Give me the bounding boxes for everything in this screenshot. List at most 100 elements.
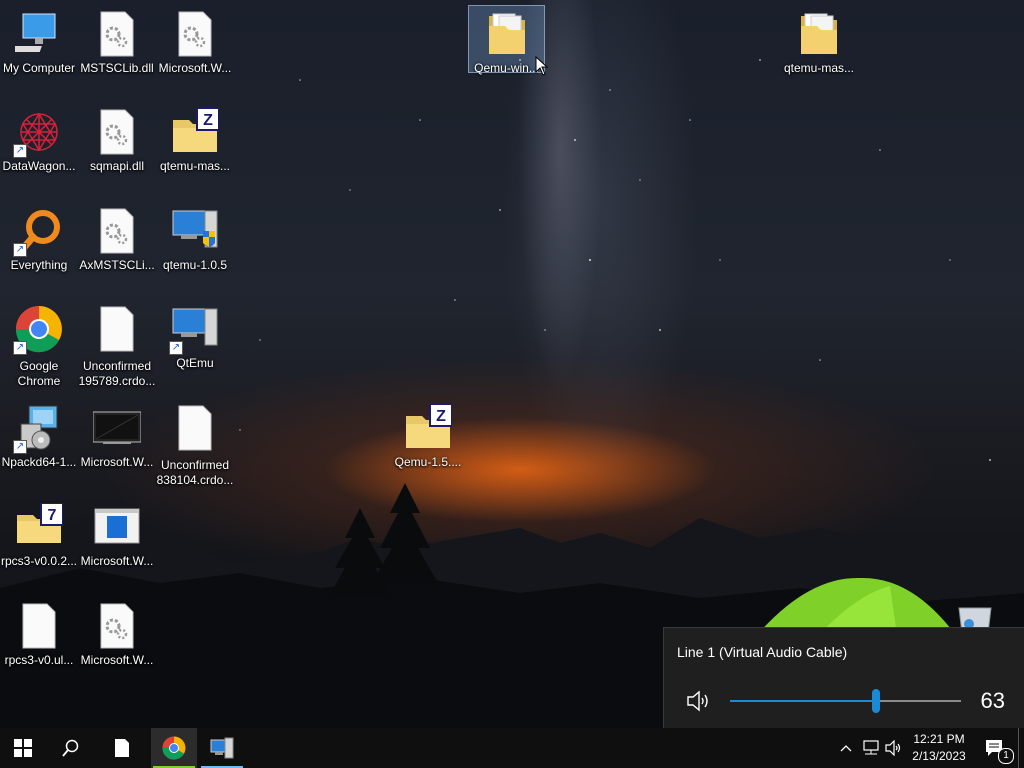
dll-file-icon [171, 10, 219, 58]
desktop-icon-qtemu-master-zip[interactable]: Z qtemu-mas... [156, 107, 234, 174]
desktop-icon-qemu-15-zip[interactable]: Z Qemu-1.5.... [389, 403, 467, 470]
folder-icon [795, 10, 843, 58]
desktop-icon-axmstsclib[interactable]: AxMSTSCLi... [78, 207, 156, 273]
taskbar-clock[interactable]: 12:21 PM 2/13/2023 [904, 731, 974, 765]
icon-label-line1: Google [19, 359, 59, 373]
everything-search-icon: ↗ [13, 207, 63, 257]
desktop-icon-qtemu[interactable]: ↗ QtEmu [156, 305, 234, 371]
installer-icon: ↗ [13, 404, 63, 454]
desktop-icon-rpcs3-file[interactable]: rpcs3-v0.ul... [0, 602, 78, 668]
zip-archive-icon: Z [404, 403, 453, 452]
shortcut-arrow-icon: ↗ [169, 341, 183, 355]
svg-text:7: 7 [48, 507, 57, 524]
clock-time: 12:21 PM [913, 732, 965, 746]
show-desktop-button[interactable] [1018, 728, 1024, 768]
icon-label: qtemu-mas... [159, 159, 231, 173]
desktop-icon-rpcs3-archive[interactable]: 7 rpcs3-v0.0.2... [0, 502, 78, 569]
volume-flyout: Line 1 (Virtual Audio Cable) 63 [663, 627, 1024, 729]
icon-label-line1: Unconfirmed [82, 359, 152, 373]
dll-file-icon [93, 10, 141, 58]
desktop-icon-npackd[interactable]: ↗ Npackd64-1... [0, 404, 78, 470]
icon-label: Microsoft.W... [158, 61, 232, 75]
qtemu-icon: ↗ [169, 305, 219, 355]
dll-file-icon [93, 207, 141, 255]
desktop-icon-qtemu-master-folder[interactable]: qtemu-mas... [780, 10, 858, 76]
search-button[interactable] [48, 728, 94, 768]
icon-label-line2: 838104.crdo... [156, 473, 234, 487]
speaker-icon[interactable] [686, 690, 712, 717]
taskbar-chrome-button[interactable] [151, 728, 197, 768]
speaker-icon [885, 740, 901, 756]
volume-tray-button[interactable] [884, 728, 904, 768]
zip-archive-icon: Z [171, 107, 220, 156]
show-hidden-icons-button[interactable] [836, 728, 856, 768]
taskbar-file-button[interactable] [99, 728, 145, 768]
folder-icon [483, 10, 531, 58]
recycle-bin-icon[interactable] [955, 604, 995, 628]
shortcut-arrow-icon: ↗ [13, 440, 27, 454]
icon-label: AxMSTSCLi... [79, 258, 155, 272]
desktop-icon-qtemu-105[interactable]: qtemu-1.0.5 [156, 207, 234, 273]
icon-label: sqmapi.dll [89, 159, 145, 173]
monitor-icon [92, 404, 142, 452]
desktop-icon-sqmapi[interactable]: sqmapi.dll [78, 108, 156, 174]
shortcut-arrow-icon: ↗ [13, 144, 27, 158]
desktop-icon-my-computer[interactable]: My Computer [0, 10, 78, 76]
taskbar-remote-desktop-button[interactable] [199, 728, 245, 768]
network-icon [863, 740, 879, 755]
shortcut-arrow-icon: ↗ [13, 341, 27, 355]
icon-label-line1: Unconfirmed [160, 458, 230, 472]
icon-label: Microsoft.W... [80, 554, 154, 568]
chrome-icon: ↗ [13, 305, 63, 355]
desktop-icon-unconfirmed-195789[interactable]: Unconfirmed 195789.crdo... [78, 305, 156, 389]
action-center-button[interactable]: 1 [978, 728, 1014, 768]
svg-text:Z: Z [436, 408, 446, 425]
icon-label: Microsoft.W... [80, 653, 154, 667]
desktop-icon-unconfirmed-838104[interactable]: Unconfirmed 838104.crdo... [156, 404, 234, 488]
volume-level-value: 63 [980, 688, 1005, 713]
icon-label: Qemu-win... [474, 61, 539, 75]
chrome-icon [162, 736, 186, 760]
blank-file-icon [15, 602, 63, 650]
icon-label-line2: 195789.crdo... [78, 374, 156, 388]
icon-label: Npackd64-1... [1, 455, 77, 469]
desktop-icon-microsoft-w-dll-top[interactable]: Microsoft.W... [156, 10, 234, 76]
dll-file-icon [93, 108, 141, 156]
desktop-icon-google-chrome[interactable]: ↗ Google Chrome [0, 305, 78, 389]
search-icon [62, 739, 79, 757]
qtemu-installer-icon [171, 207, 219, 255]
desktop-icon-mstsclib[interactable]: MSTSCLib.dll [78, 10, 156, 76]
icon-label: Microsoft.W... [80, 455, 154, 469]
icon-label: qtemu-mas... [783, 61, 855, 75]
application-window-icon [93, 503, 141, 551]
taskbar: 12:21 PM 2/13/2023 1 [0, 728, 1024, 768]
desktop-icon-microsoft-w-dll[interactable]: Microsoft.W... [78, 602, 156, 668]
icon-label: rpcs3-v0.0.2... [0, 554, 78, 568]
remote-desktop-icon [210, 737, 234, 759]
icon-label: qtemu-1.0.5 [162, 258, 228, 272]
start-button[interactable] [0, 728, 46, 768]
icon-label: MSTSCLib.dll [80, 61, 154, 75]
7zip-archive-icon: 7 [15, 502, 64, 551]
computer-icon [9, 10, 63, 58]
mouse-cursor-icon [535, 56, 549, 76]
volume-slider-thumb[interactable] [872, 689, 880, 713]
icon-label: QtEmu [176, 356, 214, 370]
desktop-icon-microsoft-w-app[interactable]: Microsoft.W... [78, 503, 156, 569]
icon-label: DataWagon... [2, 159, 76, 173]
desktop-icon-datawagon[interactable]: ↗ DataWagon... [0, 108, 78, 174]
network-button[interactable] [860, 728, 882, 768]
svg-text:Z: Z [203, 112, 213, 129]
desktop-icon-microsoft-w-monitor[interactable]: Microsoft.W... [78, 404, 156, 470]
datawagon-icon: ↗ [13, 108, 63, 158]
clock-date: 2/13/2023 [912, 749, 966, 763]
desktop-icon-qemu-win-folder[interactable]: Qemu-win... [468, 5, 545, 75]
volume-slider[interactable] [730, 689, 961, 713]
icon-label-line2: Chrome [17, 374, 61, 388]
audio-device-name[interactable]: Line 1 (Virtual Audio Cable) [677, 644, 847, 660]
blank-file-icon [171, 404, 219, 452]
chevron-up-icon [840, 745, 852, 752]
desktop-icon-everything[interactable]: ↗ Everything [0, 207, 78, 273]
dll-file-icon [93, 602, 141, 650]
blank-file-icon [93, 305, 141, 353]
